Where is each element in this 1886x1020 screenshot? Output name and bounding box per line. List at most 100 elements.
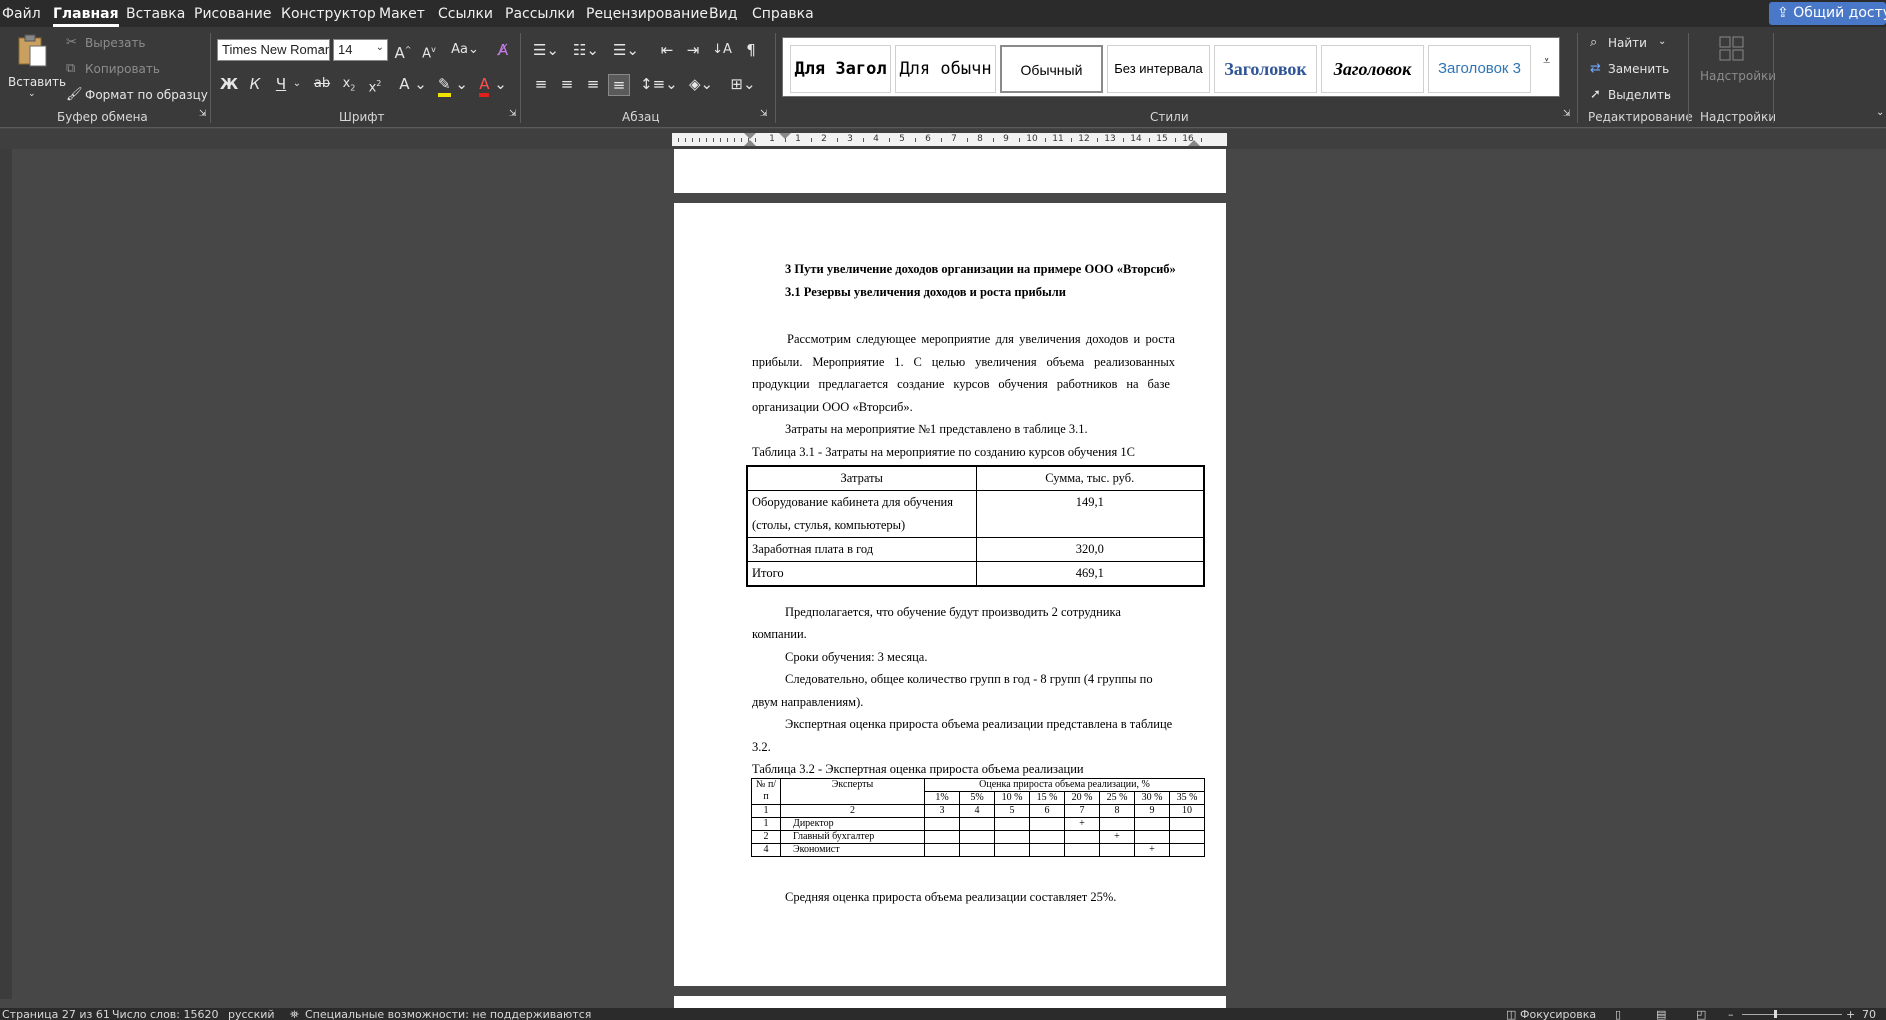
replace-label: Заменить [1608,62,1670,76]
text-effects-icon[interactable]: A ⌄ [398,74,428,94]
ruler-tick [941,138,942,142]
clear-formatting-icon[interactable]: A̸ [492,40,514,60]
web-layout-icon[interactable]: ◰ [1696,1009,1706,1020]
menu-file[interactable]: Файл [2,6,41,22]
menu-draw[interactable]: Рисование [194,6,272,22]
menu-design[interactable]: Конструктор [281,6,376,22]
italic-button[interactable]: К [244,74,266,94]
group-separator [1773,33,1774,123]
indent-marker[interactable] [1188,140,1200,146]
focus-mode-button[interactable]: Фокусировка [1520,1009,1596,1020]
addins-button[interactable]: Надстройки [1696,33,1776,95]
share-button[interactable]: ⇪ Общий доступ ⌄ [1769,2,1886,25]
paragraph-line: прибыли. Мероприятие 1. Сцелью увеличения объ… [752,355,1175,369]
ruler-tick [1019,138,1020,142]
document-page[interactable]: 3 Пути увеличение доходов организации на… [674,203,1226,986]
sort-icon[interactable]: ↓A [711,40,733,60]
style-heading-3[interactable]: Заголовок 3 [1428,45,1531,93]
menu-review[interactable]: Рецензирование [586,6,708,22]
style-normal-custom[interactable]: Для обычн [895,45,996,93]
superscript-icon[interactable]: x2 [364,74,386,98]
vertical-ruler [0,149,12,999]
zoom-out-icon[interactable]: – [1728,1009,1734,1020]
menu-help[interactable]: Справка [752,6,814,22]
font-size-select[interactable]: 14 ⌄ [333,39,388,61]
strikethrough-icon[interactable]: ab [311,74,333,94]
multilevel-list-icon[interactable]: ☰⌄ [610,40,642,60]
dialog-launcher-icon[interactable]: ⇲ [199,109,207,119]
ruler-number: 5 [899,134,905,144]
accessibility-icon: ⛯ [290,1008,299,1020]
highlight-icon[interactable]: ✎ ⌄ [436,74,470,97]
menu-insert[interactable]: Вставка [126,6,185,22]
table-header: 25 % [1099,791,1135,805]
dialog-launcher-icon[interactable]: ⇲ [509,109,517,119]
align-center-icon[interactable]: ≡ [556,74,578,94]
accessibility-status[interactable]: Специальные возможности: не поддерживают… [305,1009,591,1020]
font-name-select[interactable]: Times New Roman ⌄ [217,39,330,61]
numbering-icon[interactable]: ☷⌄ [570,40,602,60]
indent-marker-first-line[interactable] [779,133,791,139]
zoom-slider-thumb[interactable] [1774,1010,1777,1018]
table-header: 10 % [994,791,1030,805]
word-count[interactable]: Число слов: 15620 [112,1009,218,1020]
ruler-tick [706,138,707,142]
style-normal[interactable]: Обычный [1000,45,1103,93]
style-no-spacing[interactable]: Без интервала [1107,45,1210,93]
bullets-icon[interactable]: ☰⌄ [530,40,562,60]
zoom-slider[interactable] [1742,1014,1842,1015]
styles-more-icon[interactable]: ⩡ [1543,54,1550,69]
indent-marker[interactable] [744,140,756,146]
zoom-in-icon[interactable]: + [1846,1009,1855,1020]
table-cell: 2 [780,804,925,818]
dialog-launcher-icon[interactable]: ⇲ [1563,109,1571,119]
page-indicator[interactable]: Страница 27 из 61 [2,1009,110,1020]
print-layout-icon[interactable]: ▤ [1656,1009,1666,1020]
change-case-icon[interactable]: Aa⌄ [450,40,480,60]
bold-button[interactable]: Ж [218,74,240,94]
table-cell: 5 [994,804,1030,818]
read-mode-icon[interactable]: ▯ [1615,1009,1621,1020]
justify-icon[interactable]: ≡ [608,74,630,96]
ruler-number: 1 [795,134,801,144]
font-color-icon[interactable]: A ⌄ [476,74,510,97]
align-left-icon[interactable]: ≡ [530,74,552,94]
table-cell [959,843,995,857]
shrink-font-icon[interactable]: Av [418,40,440,64]
style-heading-2[interactable]: Заголовок [1321,45,1424,93]
shading-icon[interactable]: ◈⌄ [684,74,718,94]
menu-layout[interactable]: Макет [379,6,425,22]
paste-button[interactable]: Вставить ⌄ [6,31,66,101]
decrease-indent-icon[interactable]: ⇤ [656,40,678,60]
style-heading-custom[interactable]: Для Загол [790,45,891,93]
ruler-tick [727,138,728,142]
language-indicator[interactable]: русский [228,1009,275,1020]
borders-icon[interactable]: ⊞⌄ [726,74,760,94]
menu-view[interactable]: Вид [709,6,737,22]
dialog-launcher-icon[interactable]: ⇲ [760,109,768,119]
indent-marker-first-line[interactable] [744,133,756,139]
increase-indent-icon[interactable]: ⇥ [682,40,704,60]
align-right-icon[interactable]: ≡ [582,74,604,94]
collapse-ribbon-icon[interactable]: ⌄ [1876,107,1884,118]
chevron-down-icon[interactable]: ⌄ [286,74,308,94]
pilcrow-icon[interactable]: ¶ [740,40,762,60]
line-spacing-icon[interactable]: ↕≡⌄ [640,74,678,94]
ruler-number: 2 [821,134,827,144]
menu-mailings[interactable]: Рассылки [505,6,575,22]
table-header: Эксперты [780,778,925,805]
menu-home[interactable]: Главная [53,6,119,27]
style-heading-1[interactable]: Заголовок [1214,45,1317,93]
zoom-level[interactable]: 70 [1862,1009,1876,1020]
horizontal-ruler[interactable]: 1 1 2 3 4 5 6 7 8 9 10 11 12 13 14 15 16 [672,133,1227,146]
ruler-number: 7 [951,134,957,144]
table-header: 1% [924,791,960,805]
menu-references[interactable]: Ссылки [438,6,493,22]
ruler-tick [699,138,700,142]
grow-font-icon[interactable]: A^ [392,40,414,63]
font-name-value: Times New Roman [222,42,330,57]
subscript-icon[interactable]: x2 [338,74,360,99]
select-label: Выделить [1608,88,1671,102]
ruler-tick [1149,138,1150,142]
table-cell: Заработная плата в год [746,537,977,562]
